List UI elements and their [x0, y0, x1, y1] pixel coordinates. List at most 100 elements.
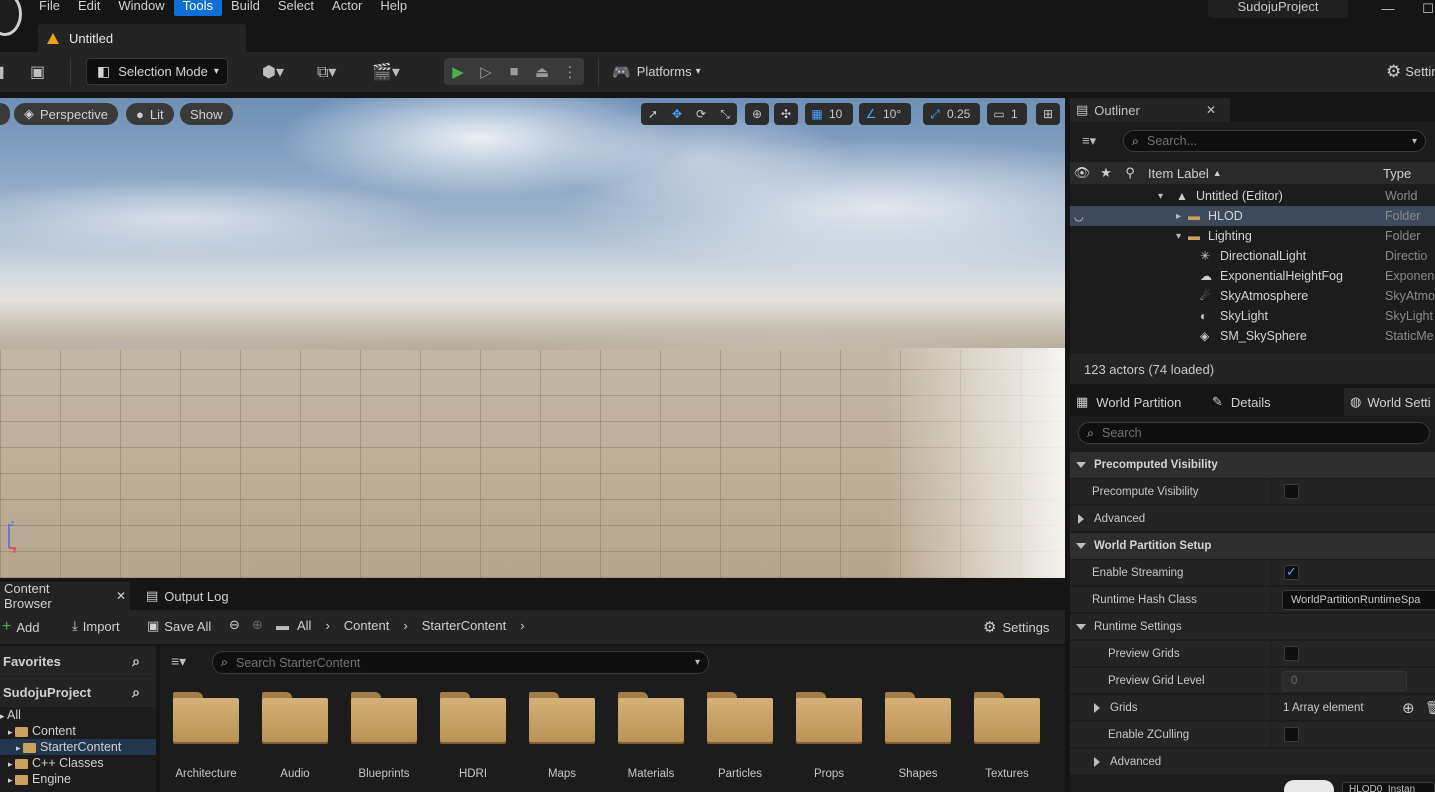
asset-folder[interactable]: Architecture — [162, 688, 250, 788]
tab-details[interactable]: ✎ Details — [1206, 388, 1344, 416]
lit-button[interactable]: ● Lit — [126, 103, 174, 125]
chevron-down-icon[interactable]: ▾ — [1158, 191, 1163, 202]
asset-folder[interactable]: Blueprints — [340, 688, 428, 788]
outliner-row[interactable]: ◡ ▸ ▬ HLOD Folder — [1070, 206, 1435, 226]
chevron-right-icon[interactable]: ▸ — [0, 711, 7, 721]
asset-folder[interactable]: Props — [785, 688, 873, 788]
eye-icon[interactable]: 👁 — [1070, 165, 1094, 181]
layout-icon[interactable]: ⊞ — [1036, 103, 1060, 125]
outliner-row[interactable]: ◐ SkyLight SkyLight — [1070, 306, 1435, 326]
save-icon[interactable]: ▮ — [0, 62, 5, 82]
asset-folder[interactable]: Materials — [607, 688, 695, 788]
play-options-icon[interactable]: ⋮ — [556, 58, 584, 85]
minimize-icon[interactable]: — — [1378, 2, 1398, 18]
add-element-icon[interactable]: ⊕ — [1402, 699, 1415, 717]
translate-icon[interactable]: ✥ — [665, 103, 689, 125]
menu-actor[interactable]: Actor — [323, 0, 371, 16]
menu-help[interactable]: Help — [371, 0, 416, 16]
precompute-visibility-checkbox[interactable] — [1284, 484, 1299, 499]
tab-content-browser[interactable]: Content Browser ✕ — [0, 581, 130, 611]
outliner-row[interactable]: ☄ SkyAtmosphere SkyAtmo — [1070, 286, 1435, 306]
outliner-row[interactable]: ◈ SM_SkySphere StaticMe — [1070, 326, 1435, 346]
asset-folder[interactable]: Maps — [518, 688, 606, 788]
platforms-dropdown[interactable]: 🎮 Platforms ▾ — [612, 58, 701, 85]
prop-advanced-runtime[interactable]: Advanced — [1070, 749, 1435, 775]
perspective-button[interactable]: ◈ Perspective — [14, 103, 118, 125]
eye-icon[interactable]: ◡ — [1074, 210, 1084, 223]
stop-icon[interactable]: ■ — [500, 58, 528, 85]
outliner-row[interactable]: ☁ ExponentialHeightFog Exponen — [1070, 266, 1435, 286]
scale-icon[interactable]: ⤡ — [713, 103, 737, 125]
import-button[interactable]: ⤓ Import — [72, 618, 120, 634]
advance-frame-icon[interactable]: ▷ — [472, 58, 500, 85]
menu-select[interactable]: Select — [269, 0, 323, 16]
enable-streaming-checkbox[interactable] — [1284, 564, 1299, 580]
tree-item[interactable]: ▸ StarterContent — [0, 739, 156, 755]
back-icon[interactable]: ⊖ — [229, 617, 240, 633]
breadcrumb-startercontent[interactable]: StarterContent — [422, 618, 507, 633]
filter-icon[interactable]: ≡▾ — [171, 653, 186, 670]
hlod-layer-dropdown[interactable]: HLOD0_Instan — [1342, 782, 1435, 792]
settings-button[interactable]: ⚙ Settings — [1386, 58, 1435, 85]
level-tab[interactable]: Untitled — [38, 24, 246, 52]
chevron-right-icon[interactable]: ▸ — [1176, 211, 1181, 222]
search-icon[interactable]: ⌕ — [132, 684, 140, 701]
asset-folder[interactable]: Shapes — [874, 688, 962, 788]
chevron-down-icon[interactable]: ▾ — [1412, 136, 1417, 147]
scale-snap-button[interactable]: ⤢ 0.25 — [923, 103, 980, 125]
menu-build[interactable]: Build — [222, 0, 269, 16]
preview-grid-level-input[interactable]: 0 — [1282, 671, 1407, 691]
chevron-right-icon[interactable]: ▸ — [16, 743, 23, 753]
save-all-button[interactable]: ▣ Save All — [147, 618, 211, 634]
chevron-down-icon[interactable]: ▾ — [1176, 231, 1181, 242]
tree-item[interactable]: ▸ All — [0, 707, 156, 723]
close-icon[interactable]: ✕ — [1206, 103, 1216, 117]
tab-world-settings[interactable]: ◍ World Setti — [1344, 388, 1435, 416]
asset-folder[interactable]: Audio — [251, 688, 339, 788]
favorites-header[interactable]: Favorites ⌕ — [0, 646, 156, 676]
world-local-icon[interactable]: ⊕ — [745, 103, 769, 125]
select-icon[interactable]: ➚ — [641, 103, 665, 125]
menu-file[interactable]: File — [30, 0, 69, 16]
star-icon[interactable]: ★ — [1094, 165, 1118, 181]
tree-item[interactable]: ▸ Content — [0, 723, 156, 739]
asset-folder[interactable]: HDRI — [429, 688, 517, 788]
eject-icon[interactable]: ⏏ — [528, 58, 556, 85]
asset-folder[interactable]: Particles — [696, 688, 784, 788]
project-header[interactable]: SudojuProject ⌕ — [0, 677, 156, 707]
prop-grids[interactable]: Grids 1 Array element ⊕ 🗑 — [1070, 695, 1435, 721]
rotation-snap-button[interactable]: ∠ 10° — [859, 103, 911, 125]
chevron-right-icon[interactable]: ▸ — [8, 775, 15, 785]
chevron-right-icon[interactable]: › — [325, 618, 329, 633]
item-label-column[interactable]: Item Label — [1148, 166, 1209, 181]
content-settings-button[interactable]: ⚙ Settings — [983, 618, 1049, 636]
content-search-input[interactable]: ⌕ Search StarterContent ▾ — [212, 651, 709, 674]
runtime-hash-class-dropdown[interactable]: WorldPartitionRuntimeSpa — [1282, 590, 1435, 610]
outliner-row[interactable]: ▾ ▬ Lighting Folder — [1070, 226, 1435, 246]
menu-window[interactable]: Window — [109, 0, 173, 16]
asset-folder[interactable]: Textures — [963, 688, 1051, 788]
filter-icon[interactable]: ≡▾ — [1082, 133, 1096, 149]
outliner-row[interactable]: ✳ DirectionalLight Directio — [1070, 246, 1435, 266]
enable-zculling-checkbox[interactable] — [1284, 727, 1299, 742]
close-icon[interactable]: ✕ — [116, 589, 126, 603]
grid-snap-button[interactable]: ▦ 10 — [805, 103, 853, 125]
selection-mode-dropdown[interactable]: ◧ Selection Mode ▾ — [86, 58, 228, 85]
chevron-right-icon[interactable]: ▸ — [8, 759, 15, 769]
tab-world-partition[interactable]: ▦ World Partition — [1070, 388, 1206, 416]
breadcrumb-content[interactable]: Content — [344, 618, 390, 633]
forward-icon[interactable]: ⊕ — [252, 617, 263, 633]
chevron-right-icon[interactable]: › — [403, 618, 407, 633]
outliner-row[interactable]: ▾ ▲ Untitled (Editor) World — [1070, 186, 1435, 206]
add-button[interactable]: + Add — [2, 618, 39, 636]
section-world-partition-setup[interactable]: World Partition Setup — [1070, 533, 1435, 559]
maximize-icon[interactable]: ☐ — [1418, 2, 1435, 18]
section-precomputed-visibility[interactable]: Precomputed Visibility — [1070, 452, 1435, 478]
blueprints-icon[interactable]: ⧉▾ — [317, 62, 336, 82]
prop-runtime-settings[interactable]: Runtime Settings — [1070, 614, 1435, 640]
tree-item[interactable]: ▸ C++ Classes — [0, 755, 156, 771]
camera-speed-button[interactable]: ▭ 1 — [987, 103, 1027, 125]
pin-icon[interactable]: ⚲ — [1118, 165, 1142, 181]
chevron-right-icon[interactable]: ▸ — [8, 727, 15, 737]
chevron-down-icon[interactable]: ▾ — [695, 657, 700, 668]
